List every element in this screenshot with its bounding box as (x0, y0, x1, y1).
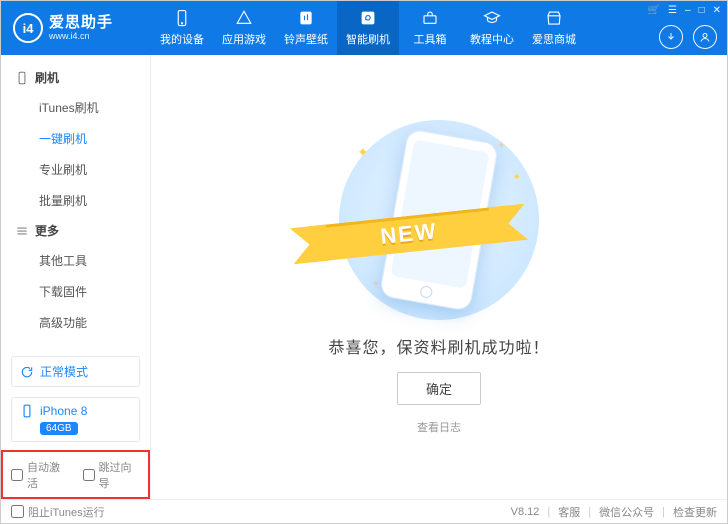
success-illustration: ✦ ✦ + + NEW (329, 120, 549, 320)
mode-label: 正常模式 (40, 363, 88, 380)
window-controls: 🛒 ☰ – □ ✕ (648, 5, 721, 16)
cart-icon[interactable]: 🛒 (648, 5, 660, 16)
version-label: V8.12 (511, 506, 540, 518)
download-button[interactable] (659, 25, 683, 49)
nav-apps[interactable]: 应用游戏 (213, 1, 275, 55)
body: 刷机 iTunes刷机 一键刷机 专业刷机 批量刷机 更多 其他工具 下载固件 … (1, 55, 727, 499)
view-log-link[interactable]: 查看日志 (417, 419, 461, 435)
nav-tutorial[interactable]: 教程中心 (461, 1, 523, 55)
service-link[interactable]: 客服 (558, 504, 580, 520)
nav-mall[interactable]: 爱思商城 (523, 1, 585, 55)
logo-icon: i4 (13, 13, 43, 43)
minimize-icon[interactable]: – (685, 5, 691, 16)
refresh-icon (358, 9, 378, 27)
apps-icon (234, 9, 254, 27)
options-row: 自动激活 跳过向导 (1, 450, 150, 499)
shop-icon (544, 9, 564, 27)
app-window: i4 爱思助手 www.i4.cn 我的设备 应用游戏 铃声壁纸 智能刷机 (0, 0, 728, 524)
refresh-small-icon (20, 365, 34, 379)
top-nav: 我的设备 应用游戏 铃声壁纸 智能刷机 工具箱 教程中心 (151, 1, 585, 55)
close-icon[interactable]: ✕ (713, 5, 721, 16)
sidebar-item-onekey[interactable]: 一键刷机 (1, 123, 150, 154)
sidebar-item-other[interactable]: 其他工具 (1, 245, 150, 276)
phone-icon (172, 9, 192, 27)
menu-icon[interactable]: ☰ (668, 5, 677, 16)
checkbox-label: 跳过向导 (99, 459, 141, 491)
sidebar-group-more: 更多 (1, 216, 150, 245)
group-title: 刷机 (35, 69, 59, 86)
nav-flash[interactable]: 智能刷机 (337, 1, 399, 55)
user-button[interactable] (693, 25, 717, 49)
update-link[interactable]: 检查更新 (673, 504, 717, 520)
sidebar: 刷机 iTunes刷机 一键刷机 专业刷机 批量刷机 更多 其他工具 下载固件 … (1, 55, 151, 499)
checkbox-label: 自动激活 (27, 459, 69, 491)
sidebar-item-pro[interactable]: 专业刷机 (1, 154, 150, 185)
success-message: 恭喜您，保资料刷机成功啦！ (328, 334, 549, 358)
block-itunes-checkbox[interactable]: 阻止iTunes运行 (11, 504, 105, 520)
app-url: www.i4.cn (49, 32, 113, 41)
app-name: 爱思助手 (49, 15, 113, 30)
ok-button[interactable]: 确定 (397, 372, 481, 405)
auto-activate-checkbox[interactable]: 自动激活 (11, 459, 69, 491)
wechat-link[interactable]: 微信公众号 (599, 504, 654, 520)
nav-label: 智能刷机 (346, 31, 390, 47)
titlebar: i4 爱思助手 www.i4.cn 我的设备 应用游戏 铃声壁纸 智能刷机 (1, 1, 727, 55)
checkbox-label: 阻止iTunes运行 (28, 504, 105, 520)
device-box[interactable]: iPhone 8 64GB (11, 397, 140, 442)
nav-ringtone[interactable]: 铃声壁纸 (275, 1, 337, 55)
sidebar-item-firmware[interactable]: 下载固件 (1, 276, 150, 307)
mode-box[interactable]: 正常模式 (11, 356, 140, 387)
nav-label: 铃声壁纸 (284, 31, 328, 47)
device-name: iPhone 8 (40, 404, 87, 418)
titlebar-actions (659, 25, 717, 49)
group-title: 更多 (35, 222, 59, 239)
nav-tools[interactable]: 工具箱 (399, 1, 461, 55)
nav-device[interactable]: 我的设备 (151, 1, 213, 55)
sidebar-item-batch[interactable]: 批量刷机 (1, 185, 150, 216)
main-pane: ✦ ✦ + + NEW 恭喜您，保资料刷机成功啦！ 确定 查看日志 (151, 55, 727, 499)
phone-small-icon (20, 404, 34, 418)
music-icon (296, 9, 316, 27)
maximize-icon[interactable]: □ (699, 5, 705, 16)
nav-label: 爱思商城 (532, 31, 576, 47)
sidebar-item-advanced[interactable]: 高级功能 (1, 307, 150, 338)
graduation-icon (482, 9, 502, 27)
nav-label: 我的设备 (160, 31, 204, 47)
sidebar-group-flash: 刷机 (1, 63, 150, 92)
nav-label: 教程中心 (470, 31, 514, 47)
skip-guide-checkbox[interactable]: 跳过向导 (83, 459, 141, 491)
nav-label: 应用游戏 (222, 31, 266, 47)
footer: 阻止iTunes运行 V8.12| 客服| 微信公众号| 检查更新 (1, 499, 727, 523)
nav-label: 工具箱 (414, 31, 447, 47)
toolbox-icon (420, 9, 440, 27)
sidebar-item-itunes[interactable]: iTunes刷机 (1, 92, 150, 123)
logo-text: 爱思助手 www.i4.cn (49, 15, 113, 41)
logo[interactable]: i4 爱思助手 www.i4.cn (1, 13, 151, 43)
storage-badge: 64GB (40, 422, 78, 435)
